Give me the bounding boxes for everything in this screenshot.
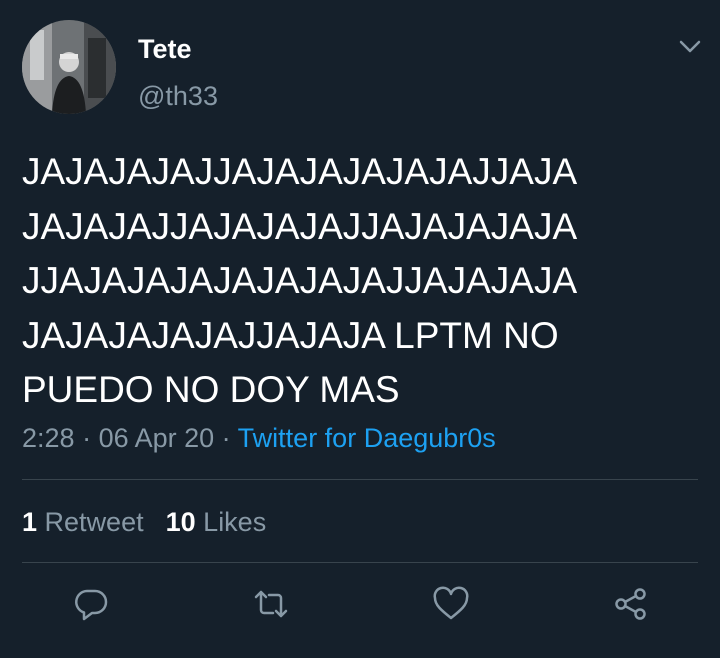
likes-stat[interactable]: 10 Likes [166,507,267,537]
likes-label: Likes [203,507,267,537]
tweet-time: 2:28 [22,423,75,453]
chevron-down-icon[interactable] [676,34,704,58]
tweet-source-link[interactable]: Twitter for Daegubr0s [238,423,496,453]
divider [22,479,698,480]
tweet-text-line: JJAJAJAJAJAJAJAJAJJAJAJAJA [22,260,578,301]
tweet-text-line: JAJAJAJAJAJJAJAJA LPTM NO [22,314,559,356]
share-button[interactable] [611,584,651,624]
tweet-text-line: JAJAJAJJAJAJAJAJJAJAJAJAJA [22,205,578,247]
divider [22,562,698,563]
share-icon [615,588,646,620]
retweet-icon [254,590,288,618]
likes-count: 10 [165,507,196,537]
tweet-date: 06 Apr 20 [98,423,215,453]
tweet-meta: 2:28 · 06 Apr 20 · Twitter for Daegubr0s [22,422,496,454]
tweet-text-line: PUEDO NO DOY MAS [22,369,400,410]
retweets-label: Retweet [44,507,144,537]
display-name[interactable]: Tete [138,34,192,64]
user-handle[interactable]: @th33 [138,81,218,111]
reply-icon [75,589,108,621]
avatar[interactable] [22,20,116,114]
heart-icon [433,586,469,620]
retweet-button[interactable] [251,584,291,624]
tweet-text-line: JAJAJAJAJJAJAJAJAJAJAJJAJA [22,151,578,192]
like-button[interactable] [431,584,471,624]
tweet-text: JAJAJAJAJJAJAJAJAJAJAJJAJA JAJAJAJJAJAJA… [22,145,702,418]
avatar-photo [22,20,116,114]
tweet-stats: 1 Retweet 10 Likes [22,506,266,538]
retweets-stat[interactable]: 1 Retweet [22,507,144,537]
reply-button[interactable] [71,584,111,624]
meta-separator: · [214,423,238,453]
retweets-count: 1 [22,507,38,537]
meta-separator: · [74,423,99,453]
